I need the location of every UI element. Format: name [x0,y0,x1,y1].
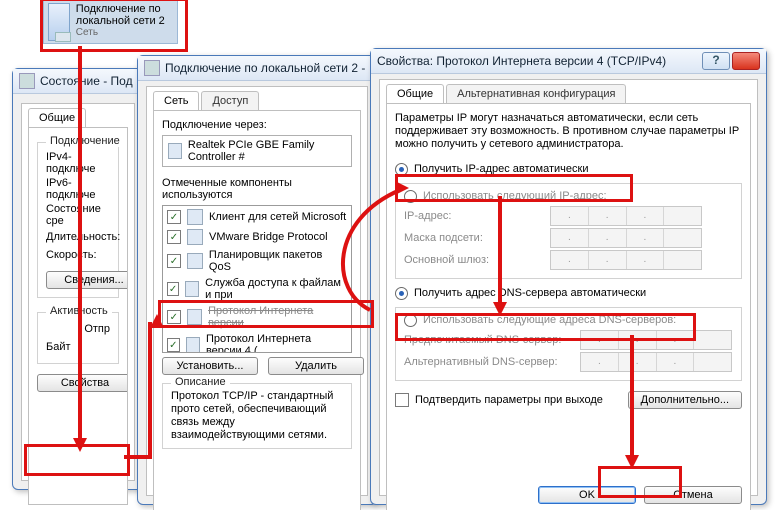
speed-row: Скорость: [46,247,110,263]
label-dns-preferred: Предпочитаемый DNS-сервер: [404,334,574,346]
component-icon [187,229,203,245]
label-dns-manual: Использовать следующие адреса DNS-сервер… [423,314,676,326]
component-icon [187,309,203,325]
tab-network[interactable]: Сеть [153,91,199,110]
intro-text: Параметры IP могут назначаться автоматич… [395,112,742,151]
list-item[interactable]: VMware Bridge Protocol [209,231,328,243]
radio-ip-auto[interactable] [395,163,408,176]
media-row: Состояние сре [46,203,110,227]
ipv6-row: IPv6-подключе [46,177,110,201]
label-gateway: Основной шлюз: [404,254,544,266]
desktop-lan-item[interactable]: Подключение по локальной сети 2 Сеть [43,0,178,44]
component-icon [187,209,203,225]
status-title: Состояние - Под [40,74,133,88]
help-button[interactable]: ? [702,52,730,70]
components-label: Отмеченные компоненты используются [162,177,352,201]
advanced-button[interactable]: Дополнительно... [628,391,742,409]
adapter-icon [168,143,182,159]
group-description: Описание [171,376,230,388]
group-activity: Активность [46,305,112,317]
bytes-label: Байт [46,339,110,355]
status-window: Состояние - Под Общие Подключение IPv4-п… [12,68,144,490]
titlebar-status[interactable]: Состояние - Под [13,69,143,94]
tab-general[interactable]: Общие [28,108,86,127]
window-icon [19,73,35,89]
details-button[interactable]: Сведения... [46,271,128,289]
lan-icon [48,3,70,41]
list-item[interactable]: Клиент для сетей Microsoft [209,211,346,223]
list-item[interactable]: Планировщик пакетов QoS [209,249,347,273]
radio-ip-manual[interactable] [404,190,417,203]
titlebar-tcpip[interactable]: Свойства: Протокол Интернета версии 4 (T… [371,49,766,74]
radio-dns-auto[interactable] [395,287,408,300]
checkbox[interactable] [167,282,179,296]
dns2-input: ... [580,352,732,372]
adapter-props-window: Подключение по локальной сети 2 - Сеть Д… [137,55,377,505]
component-icon [186,337,200,353]
dns1-input: ... [580,330,732,350]
adapter-title: Подключение по локальной сети 2 - [165,61,365,75]
label-validate: Подтвердить параметры при выходе [415,394,603,406]
label-dns-auto: Получить адрес DNS-сервера автоматически [414,287,646,299]
checkbox[interactable] [167,338,180,352]
titlebar-adapter[interactable]: Подключение по локальной сети 2 - [138,56,376,81]
window-icon [144,60,160,76]
sent-label: Отпр [46,321,110,337]
group-connection: Подключение [46,135,124,147]
tab-access[interactable]: Доступ [201,91,259,110]
connect-via-label: Подключение через: [162,119,352,131]
subnet-input: ... [550,228,702,248]
list-item[interactable]: Служба доступа к файлам и при [205,277,347,301]
properties-button[interactable]: Свойства [37,374,128,392]
label-ip-manual: Использовать следующий IP-адрес: [423,190,607,202]
gateway-input: ... [550,250,702,270]
desktop-title: Подключение по локальной сети 2 [76,3,173,27]
validate-checkbox[interactable] [395,393,409,407]
radio-dns-manual[interactable] [404,314,417,327]
ok-button[interactable]: OK [538,486,636,504]
adapter-name: Realtek PCIe GBE Family Controller # [188,139,346,163]
checkbox[interactable] [167,230,181,244]
component-icon [185,281,199,297]
checkbox[interactable] [167,254,181,268]
cancel-button[interactable]: Отмена [644,486,742,504]
ip-address-input: ... [550,206,702,226]
component-icon [187,253,203,269]
label-ip-address: IP-адрес: [404,210,544,222]
tcpip-props-window: Свойства: Протокол Интернета версии 4 (T… [370,48,767,505]
tab-alt-config[interactable]: Альтернативная конфигурация [446,84,626,103]
list-item[interactable]: Протокол Интернета версии [208,305,347,329]
close-button[interactable] [732,52,760,70]
checkbox[interactable] [167,210,181,224]
remove-button[interactable]: Удалить [268,357,364,375]
desktop-subtitle: Сеть [76,27,173,39]
list-item-tcpip4[interactable]: Протокол Интернета версии 4 ( [206,333,347,353]
duration-row: Длительность: [46,229,110,245]
label-ip-auto: Получить IP-адрес автоматически [414,163,588,175]
label-subnet: Маска подсети: [404,232,544,244]
tcpip-title: Свойства: Протокол Интернета версии 4 (T… [377,54,666,68]
components-list[interactable]: Клиент для сетей Microsoft VMware Bridge… [162,205,352,353]
checkbox[interactable] [167,310,181,324]
description-text: Протокол TCP/IP - стандартный прото сете… [171,390,343,442]
ipv4-row: IPv4-подключе [46,151,110,175]
tab-general-ip[interactable]: Общие [386,84,444,103]
install-button[interactable]: Установить... [162,357,258,375]
label-dns-alt: Альтернативный DNS-сервер: [404,356,574,368]
